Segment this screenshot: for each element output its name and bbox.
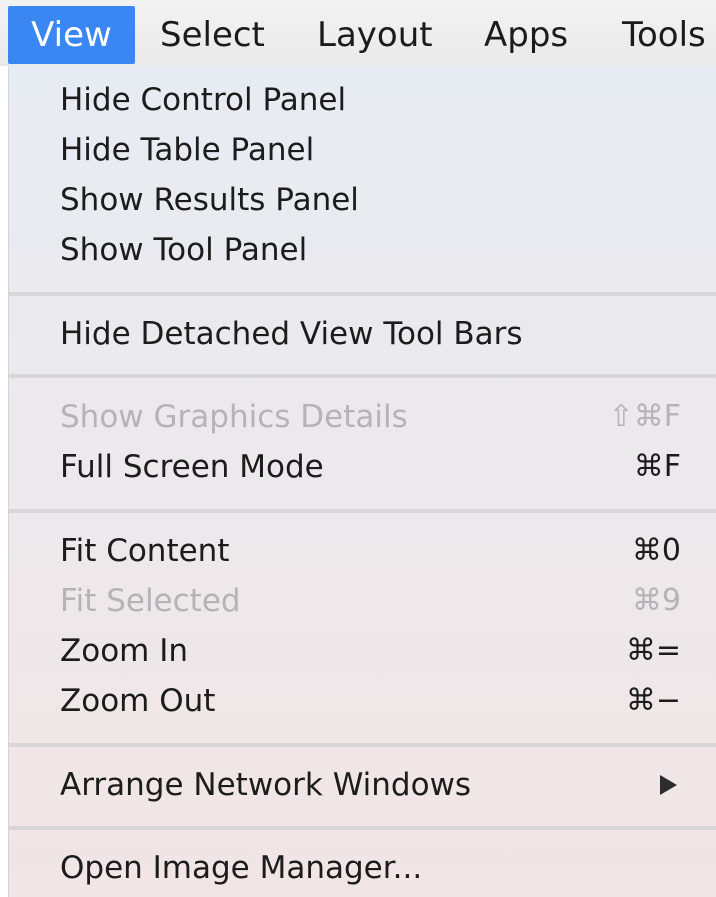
menu-item-hide-detached-view-tool-bars[interactable]: Hide Detached View Tool Bars <box>60 309 681 359</box>
menu-item-label: Hide Table Panel <box>60 132 315 168</box>
menu-item-label: Hide Control Panel <box>60 82 347 118</box>
menu-item-show-tool-panel[interactable]: Show Tool Panel <box>60 225 681 275</box>
menu-item-show-results-panel[interactable]: Show Results Panel <box>60 175 681 225</box>
menu-item-zoom-out[interactable]: Zoom Out ⌘− <box>60 676 681 726</box>
menu-item-label: Open Image Manager... <box>60 850 423 886</box>
menu-item-arrange-network-windows[interactable]: Arrange Network Windows <box>60 760 681 810</box>
menu-item-fit-selected: Fit Selected ⌘9 <box>60 576 681 626</box>
menu-item-label: Arrange Network Windows <box>60 767 472 803</box>
menu-item-label: Fit Content <box>60 533 230 569</box>
menu-select[interactable]: Select <box>160 6 265 64</box>
submenu-arrow-icon <box>660 775 677 795</box>
menu-item-hide-control-panel[interactable]: Hide Control Panel <box>60 75 681 125</box>
menu-item-label: Zoom Out <box>60 683 216 719</box>
menu-separator <box>9 743 716 747</box>
shortcut-cmd-0: ⌘0 <box>631 533 681 568</box>
menu-item-show-graphics-details: Show Graphics Details ⇧⌘F <box>60 392 681 442</box>
menu-layout[interactable]: Layout <box>317 6 433 64</box>
menu-item-label: Zoom In <box>60 633 189 669</box>
menu-bar: View Select Layout Apps Tools <box>0 0 716 66</box>
menu-item-full-screen-mode[interactable]: Full Screen Mode ⌘F <box>60 442 681 492</box>
menu-separator <box>9 509 716 513</box>
shortcut-cmd-equals: ⌘= <box>625 633 681 668</box>
menu-separator <box>9 374 716 378</box>
view-menu-dropdown: Hide Control Panel Hide Table Panel Show… <box>8 66 716 897</box>
screen: View Select Layout Apps Tools Hide Contr… <box>0 0 716 897</box>
menu-item-open-image-manager[interactable]: Open Image Manager... <box>60 843 681 893</box>
menu-item-label: Show Tool Panel <box>60 232 308 268</box>
menu-item-zoom-in[interactable]: Zoom In ⌘= <box>60 626 681 676</box>
menu-item-label: Full Screen Mode <box>60 449 324 485</box>
shortcut-cmd-9: ⌘9 <box>631 583 681 618</box>
menu-tools[interactable]: Tools <box>622 6 706 64</box>
menu-separator <box>9 826 716 830</box>
menu-apps[interactable]: Apps <box>484 6 568 64</box>
shortcut-cmd-minus: ⌘− <box>625 683 681 718</box>
menu-view[interactable]: View <box>8 6 135 64</box>
menu-item-hide-table-panel[interactable]: Hide Table Panel <box>60 125 681 175</box>
menu-item-label: Show Graphics Details <box>60 399 408 435</box>
menu-item-label: Fit Selected <box>60 583 241 619</box>
menu-item-label: Hide Detached View Tool Bars <box>60 316 523 352</box>
menu-separator <box>9 292 716 296</box>
menu-item-label: Show Results Panel <box>60 182 359 218</box>
shortcut-shift-cmd-f: ⇧⌘F <box>608 399 681 434</box>
menu-item-fit-content[interactable]: Fit Content ⌘0 <box>60 526 681 576</box>
shortcut-cmd-f: ⌘F <box>633 449 681 484</box>
